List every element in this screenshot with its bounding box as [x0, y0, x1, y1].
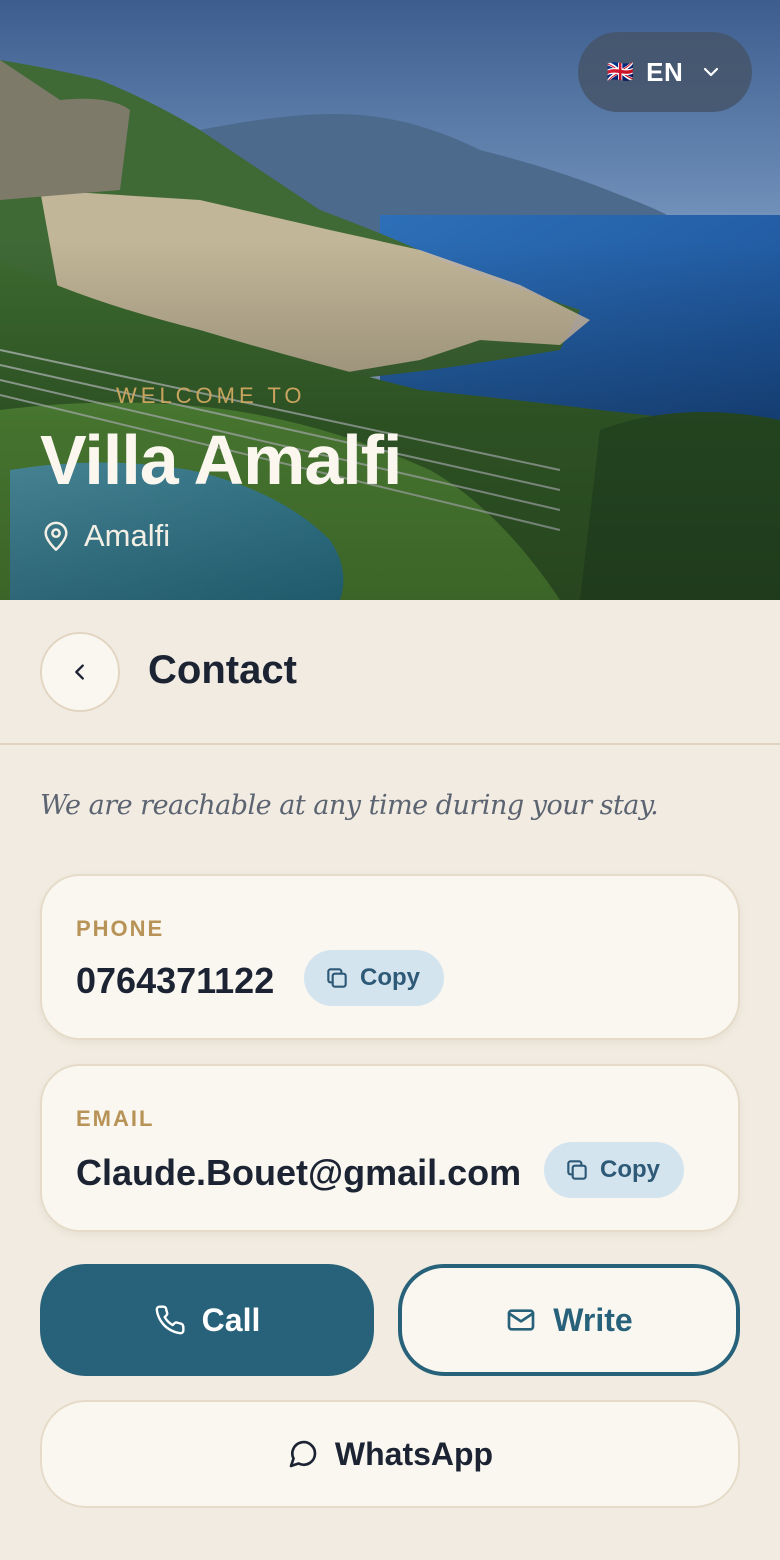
- language-code: EN: [646, 56, 684, 87]
- email-label: EMAIL: [76, 1106, 155, 1131]
- phone-card: PHONE 0764371122 Copy: [40, 874, 740, 1040]
- villa-title: Villa Amalfi: [40, 421, 402, 499]
- mail-icon: [507, 1309, 535, 1331]
- email-address: Claude.Bouet@gmail.com: [76, 1152, 522, 1193]
- copy-email-button[interactable]: Copy: [544, 1142, 684, 1198]
- flag-icon: 🇬🇧: [606, 59, 637, 85]
- page-header: Contact: [0, 600, 780, 745]
- location: Amalfi: [42, 518, 170, 554]
- copy-icon: [567, 1160, 587, 1180]
- call-label: Call: [201, 1301, 261, 1338]
- language-switcher[interactable]: 🇬🇧 EN: [578, 32, 752, 112]
- chat-bubble-icon: [289, 1440, 317, 1468]
- phone-icon: [155, 1305, 185, 1335]
- intro-text: We are reachable at any time during your…: [40, 790, 659, 821]
- write-label: Write: [553, 1301, 633, 1338]
- whatsapp-label: WhatsApp: [334, 1435, 494, 1472]
- location-name: Amalfi: [84, 518, 171, 553]
- phone-label: PHONE: [76, 916, 165, 941]
- chevron-left-icon: [75, 664, 84, 680]
- back-button[interactable]: [40, 632, 120, 712]
- copy-icon: [327, 968, 347, 988]
- page-title: Contact: [148, 648, 297, 692]
- call-button[interactable]: Call: [40, 1264, 374, 1376]
- copy-label: Copy: [360, 964, 420, 991]
- copy-phone-button[interactable]: Copy: [304, 950, 444, 1006]
- whatsapp-button[interactable]: WhatsApp: [40, 1400, 740, 1508]
- email-card: EMAIL Claude.Bouet@gmail.com Copy: [40, 1064, 740, 1232]
- copy-label: Copy: [600, 1156, 660, 1183]
- chevron-down-icon: [704, 67, 719, 77]
- hero-banner: 🇬🇧 EN WELCOME TO Villa Amalfi Amalfi: [0, 0, 780, 600]
- map-pin-icon: [44, 521, 68, 551]
- welcome-label: WELCOME TO: [116, 383, 306, 408]
- phone-number: 0764371122: [76, 960, 275, 1001]
- write-button[interactable]: Write: [398, 1264, 740, 1376]
